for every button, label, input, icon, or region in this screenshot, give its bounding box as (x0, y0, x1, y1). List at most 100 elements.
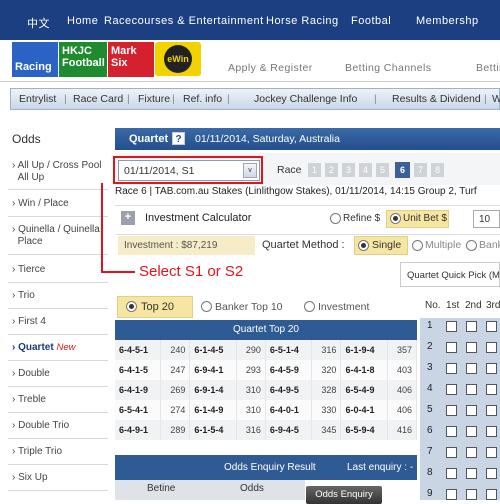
sidebar-item-tierce[interactable]: › Tierce (12, 264, 45, 276)
runner-checkbox-3rd[interactable] (486, 426, 497, 437)
combination[interactable]: 6-4-9-5 (265, 380, 313, 400)
race-button-8[interactable]: 8 (431, 163, 444, 177)
runner-checkbox-1st[interactable] (446, 426, 457, 437)
combination[interactable]: 6-0-4-1 (340, 400, 388, 420)
runner-checkbox-3rd[interactable] (486, 321, 497, 332)
runner-checkbox-3rd[interactable] (486, 384, 497, 395)
runner-checkbox-1st[interactable] (446, 447, 457, 458)
combination[interactable]: 6-5-4-9 (340, 380, 388, 400)
race-button-5[interactable]: 5 (376, 163, 389, 177)
combination[interactable]: 6-5-9-4 (340, 420, 388, 440)
mark-six-logo[interactable]: Mark Six (108, 42, 154, 77)
football-logo[interactable]: HKJC Football (59, 42, 107, 77)
combination[interactable]: 6-1-9-4 (340, 340, 388, 360)
sidebar-item-quinella[interactable]: › Quinella / Quinella Place (12, 224, 100, 248)
runner-checkbox-2nd[interactable] (466, 384, 477, 395)
horse-racing-link[interactable]: Horse Racing (266, 15, 339, 27)
betting-more-link[interactable]: Bettir (476, 62, 500, 74)
sidebar-item-triple-trio[interactable]: › Triple Trio (12, 446, 62, 458)
refine-radio[interactable] (330, 213, 341, 224)
sidebar-item-quartet[interactable]: › Quartet New (12, 342, 75, 354)
runner-checkbox-1st[interactable] (446, 321, 457, 332)
subnav-ref-info[interactable]: Ref. info (183, 93, 222, 105)
runner-checkbox-2nd[interactable] (466, 447, 477, 458)
combination[interactable]: 6-4-1-5 (115, 360, 162, 380)
sidebar-item-six-up[interactable]: › Six Up (12, 472, 48, 484)
runner-checkbox-1st[interactable] (446, 384, 457, 395)
combination[interactable]: 6-4-1-8 (340, 360, 388, 380)
subnav-fixture[interactable]: Fixture (138, 93, 170, 105)
race-button-1[interactable]: 1 (308, 163, 321, 177)
race-button-6[interactable]: 6 (395, 162, 410, 178)
runner-checkbox-1st[interactable] (446, 342, 457, 353)
runner-checkbox-2nd[interactable] (466, 363, 477, 374)
combination[interactable]: 6-5-4-1 (115, 400, 162, 420)
race-button-7[interactable]: 7 (414, 163, 427, 177)
runner-checkbox-2nd[interactable] (466, 342, 477, 353)
sidebar-item-trio[interactable]: › Trio (12, 290, 35, 302)
combination[interactable]: 6-4-0-1 (265, 400, 313, 420)
combination[interactable]: 6-1-5-4 (189, 420, 237, 440)
combination[interactable]: 6-1-4-9 (189, 400, 237, 420)
race-button-2[interactable]: 2 (325, 163, 338, 177)
banker-top10-radio[interactable] (201, 301, 212, 312)
sidebar-item-first4[interactable]: › First 4 (12, 316, 46, 328)
runner-checkbox-2nd[interactable] (466, 489, 477, 500)
combination[interactable]: 6-4-5-1 (115, 340, 162, 360)
top20-radio[interactable] (126, 301, 137, 312)
quick-pick-select[interactable]: Quartet Quick Pick (Max (400, 262, 500, 287)
ewin-logo[interactable]: eWin (155, 42, 201, 76)
runner-checkbox-1st[interactable] (446, 468, 457, 479)
sidebar-item-double[interactable]: › Double (12, 368, 50, 380)
runner-checkbox-1st[interactable] (446, 363, 457, 374)
racing-logo[interactable]: Racing (12, 42, 58, 77)
combination[interactable]: 6-9-1-4 (189, 380, 237, 400)
subnav-results[interactable]: Results & Dividend (392, 93, 481, 105)
combination[interactable]: 6-4-1-9 (115, 380, 162, 400)
racecourses-link[interactable]: Racecourses & Entertainment (104, 15, 264, 27)
runner-checkbox-3rd[interactable] (486, 405, 497, 416)
combination[interactable]: 6-9-4-1 (189, 360, 237, 380)
runner-checkbox-1st[interactable] (446, 489, 457, 500)
combination[interactable]: 6-4-5-9 (265, 360, 313, 380)
sidebar-item-double-trio[interactable]: › Double Trio (12, 420, 69, 432)
runner-checkbox-3rd[interactable] (486, 342, 497, 353)
sidebar-item-win-place[interactable]: › Win / Place (12, 198, 69, 210)
betting-channels-link[interactable]: Betting Channels (345, 62, 431, 74)
runner-checkbox-3rd[interactable] (486, 489, 497, 500)
sidebar-item-allup[interactable]: › All Up / Cross Pool All Up (12, 160, 101, 184)
unit-bet-radio[interactable] (390, 213, 401, 224)
combination[interactable]: 6-9-4-5 (265, 420, 313, 440)
apply-register-link[interactable]: Apply & Register (228, 62, 313, 74)
single-radio[interactable] (358, 240, 369, 251)
help-icon[interactable]: ? (172, 132, 185, 145)
subnav-racecard[interactable]: Race Card (73, 93, 123, 105)
multiple-radio[interactable] (412, 240, 423, 251)
combination[interactable]: 6-4-9-1 (115, 420, 162, 440)
unit-bet-input[interactable]: 10 (473, 210, 500, 228)
banker-radio[interactable] (466, 240, 477, 251)
subnav-jockey[interactable]: Jockey Challenge Info (254, 93, 357, 105)
subnav-more[interactable]: W (492, 93, 500, 105)
runner-checkbox-2nd[interactable] (466, 426, 477, 437)
expand-icon[interactable]: + (121, 211, 135, 225)
language-link[interactable]: 中文 (27, 15, 50, 31)
runner-checkbox-1st[interactable] (446, 405, 457, 416)
runner-checkbox-3rd[interactable] (486, 468, 497, 479)
runner-checkbox-2nd[interactable] (466, 321, 477, 332)
runner-checkbox-3rd[interactable] (486, 363, 497, 374)
combination[interactable]: 6-1-4-5 (189, 340, 237, 360)
subnav-entrylist[interactable]: Entrylist (19, 93, 56, 105)
football-link[interactable]: Footbal (351, 15, 391, 27)
sidebar-item-treble[interactable]: › Treble (12, 394, 46, 406)
race-button-4[interactable]: 4 (359, 163, 372, 177)
investment-radio[interactable] (304, 301, 315, 312)
race-button-3[interactable]: 3 (342, 163, 355, 177)
membership-link[interactable]: Membershp (416, 15, 479, 27)
odds-enquiry-button[interactable]: Odds Enquiry (306, 486, 382, 504)
combination[interactable]: 6-5-1-4 (265, 340, 313, 360)
runner-checkbox-2nd[interactable] (466, 405, 477, 416)
home-link[interactable]: Home (67, 15, 98, 27)
runner-checkbox-2nd[interactable] (466, 468, 477, 479)
runner-checkbox-3rd[interactable] (486, 447, 497, 458)
